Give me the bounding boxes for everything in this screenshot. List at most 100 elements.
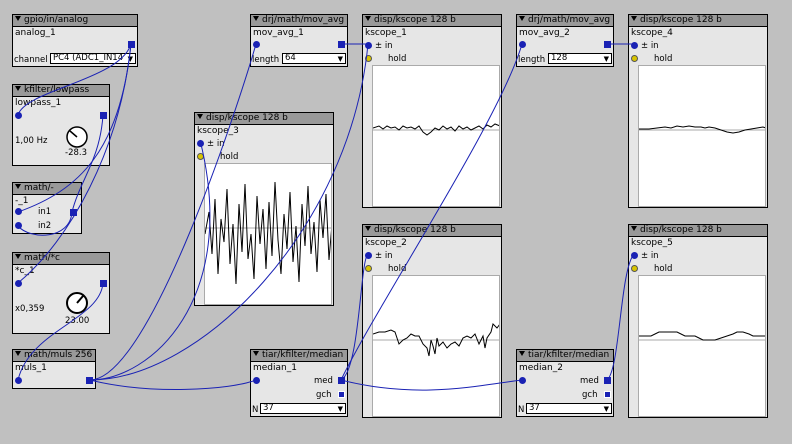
collapse-triangle-icon[interactable] xyxy=(365,16,371,21)
knob-dial-icon[interactable] xyxy=(65,125,89,149)
hold-bang-icon[interactable] xyxy=(365,55,372,62)
object-header[interactable]: disp/kscope 128 b xyxy=(195,113,333,125)
object-mov-avg-2[interactable]: drj/math/mov_avg mov_avg_2 length 128 ▼ xyxy=(516,14,614,67)
instance-name: analog_1 xyxy=(15,28,56,38)
collapse-triangle-icon[interactable] xyxy=(519,16,525,21)
object-header[interactable]: math/- xyxy=(13,183,81,195)
inlet-label: ± in xyxy=(207,139,225,149)
collapse-triangle-icon[interactable] xyxy=(15,184,21,189)
instance-name: median_1 xyxy=(253,363,297,373)
hold-bang-icon[interactable] xyxy=(631,265,638,272)
inlet-pin[interactable] xyxy=(519,377,526,384)
length-select[interactable]: 64 ▼ xyxy=(282,53,346,64)
outlet-pin[interactable] xyxy=(100,112,107,119)
collapse-triangle-icon[interactable] xyxy=(631,16,637,21)
object-title: disp/kscope 128 b xyxy=(374,225,456,235)
chevron-down-icon: ▼ xyxy=(337,405,343,413)
inlet-pin[interactable] xyxy=(253,377,260,384)
inlet-pin[interactable] xyxy=(197,140,204,147)
channel-select[interactable]: PC4 (ADC1_IN14 ▼ xyxy=(50,53,136,64)
collapse-triangle-icon[interactable] xyxy=(15,254,21,259)
outlet-pin[interactable] xyxy=(604,41,611,48)
instance-name: -_1 xyxy=(15,196,29,206)
scope-display xyxy=(372,65,500,207)
outlet-pin[interactable] xyxy=(338,377,345,384)
outlet-pin[interactable] xyxy=(128,41,135,48)
collapse-triangle-icon[interactable] xyxy=(197,114,203,119)
object-kscope-4[interactable]: disp/kscope 128 b kscope_4 ± in hold xyxy=(628,14,768,208)
inlet-pin[interactable] xyxy=(365,252,372,259)
object-median-2[interactable]: tiar/kfilter/median median_2 med gch N 3… xyxy=(516,349,614,417)
inlet-pin[interactable] xyxy=(365,42,372,49)
inlet-label: in2 xyxy=(38,221,52,231)
outlet-pin[interactable] xyxy=(70,209,77,216)
hold-bang-icon[interactable] xyxy=(197,153,204,160)
object-kscope-3[interactable]: disp/kscope 128 b kscope_3 ± in hold xyxy=(194,112,334,306)
inlet-pin[interactable] xyxy=(15,208,22,215)
n-label: N xyxy=(252,405,259,415)
n-select[interactable]: 37 ▼ xyxy=(260,403,346,414)
collapse-triangle-icon[interactable] xyxy=(253,16,259,21)
object-header[interactable]: disp/kscope 128 b xyxy=(629,15,767,27)
object-math-minus[interactable]: math/- -_1 in1 in2 xyxy=(12,182,82,234)
scope-display xyxy=(204,163,332,305)
object-header[interactable]: gpio/in/analog xyxy=(13,15,137,27)
object-median-1[interactable]: tiar/kfilter/median median_1 med gch N 3… xyxy=(250,349,348,417)
object-header[interactable]: drj/math/mov_avg xyxy=(251,15,347,27)
object-header[interactable]: disp/kscope 128 b xyxy=(629,225,767,237)
collapse-triangle-icon[interactable] xyxy=(519,351,525,356)
n-select-value: 37 xyxy=(263,403,274,413)
outlet-bool-pin[interactable] xyxy=(338,391,345,398)
object-header[interactable]: tiar/kfilter/median xyxy=(251,350,347,362)
object-math-mulc[interactable]: math/*c *c_1 x0,359 23.00 xyxy=(12,252,110,334)
object-header[interactable]: drj/math/mov_avg xyxy=(517,15,613,27)
object-gpio-analog[interactable]: gpio/in/analog analog_1 channel PC4 (ADC… xyxy=(12,14,138,67)
scope-display xyxy=(638,275,766,417)
inlet-pin[interactable] xyxy=(519,41,526,48)
outlet-pin[interactable] xyxy=(100,280,107,287)
collapse-triangle-icon[interactable] xyxy=(631,226,637,231)
object-header[interactable]: disp/kscope 128 b xyxy=(363,15,501,27)
inlet-pin[interactable] xyxy=(15,112,22,119)
outlet-pin[interactable] xyxy=(338,41,345,48)
hold-bang-icon[interactable] xyxy=(631,55,638,62)
outlet-pin[interactable] xyxy=(86,377,93,384)
patch-canvas[interactable]: gpio/in/analog analog_1 channel PC4 (ADC… xyxy=(0,0,792,444)
object-header[interactable]: math/muls 256 xyxy=(13,350,95,362)
object-header[interactable]: kfilter/lowpass xyxy=(13,85,109,97)
hold-bang-icon[interactable] xyxy=(365,265,372,272)
object-header[interactable]: math/*c xyxy=(13,253,109,265)
object-mov-avg-1[interactable]: drj/math/mov_avg mov_avg_1 length 64 ▼ xyxy=(250,14,348,67)
length-select-value: 128 xyxy=(551,53,568,63)
outlet-pin[interactable] xyxy=(604,377,611,384)
inlet-pin[interactable] xyxy=(631,42,638,49)
collapse-triangle-icon[interactable] xyxy=(253,351,259,356)
inlet-label: ± in xyxy=(375,41,393,51)
collapse-triangle-icon[interactable] xyxy=(15,86,21,91)
outlet-bool-pin[interactable] xyxy=(604,391,611,398)
knob-dial-icon[interactable] xyxy=(65,291,89,315)
object-kscope-2[interactable]: disp/kscope 128 b kscope_2 ± in hold xyxy=(362,224,502,418)
collapse-triangle-icon[interactable] xyxy=(365,226,371,231)
collapse-triangle-icon[interactable] xyxy=(15,351,21,356)
object-title: gpio/in/analog xyxy=(24,15,89,25)
inlet-pin[interactable] xyxy=(15,377,22,384)
inlet-label: ± in xyxy=(641,251,659,261)
object-header[interactable]: tiar/kfilter/median xyxy=(517,350,613,362)
inlet-pin[interactable] xyxy=(15,222,22,229)
object-title: disp/kscope 128 b xyxy=(374,15,456,25)
collapse-triangle-icon[interactable] xyxy=(15,16,21,21)
object-lowpass[interactable]: kfilter/lowpass lowpass_1 1,00 Hz -28.3 xyxy=(12,84,110,166)
length-select[interactable]: 128 ▼ xyxy=(548,53,612,64)
object-kscope-1[interactable]: disp/kscope 128 b kscope_1 ± in hold xyxy=(362,14,502,208)
object-math-muls[interactable]: math/muls 256 muls_1 xyxy=(12,349,96,389)
n-select[interactable]: 37 ▼ xyxy=(526,403,612,414)
inlet-pin[interactable] xyxy=(15,280,22,287)
inlet-pin[interactable] xyxy=(631,252,638,259)
outlet-label: gch xyxy=(582,390,598,400)
object-kscope-5[interactable]: disp/kscope 128 b kscope_5 ± in hold xyxy=(628,224,768,418)
inlet-pin[interactable] xyxy=(253,41,260,48)
object-title: disp/kscope 128 b xyxy=(640,15,722,25)
object-header[interactable]: disp/kscope 128 b xyxy=(363,225,501,237)
length-label: length xyxy=(518,55,546,65)
